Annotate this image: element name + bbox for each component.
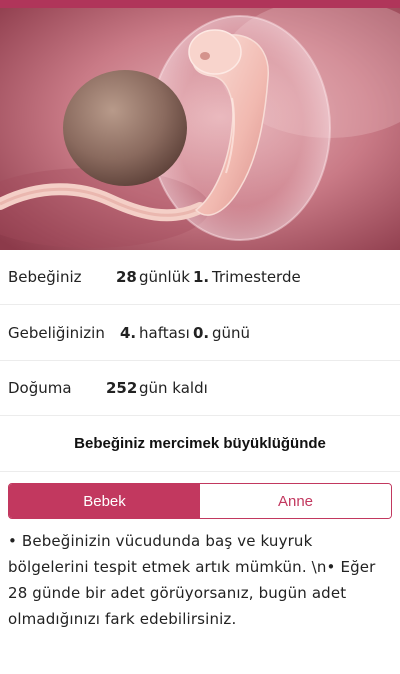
segment-tabs: Bebek Anne	[8, 483, 392, 519]
age-days-unit: günlük	[139, 268, 190, 286]
days-left-value: 252	[106, 379, 138, 397]
trimester-value: 1.	[193, 268, 210, 286]
pregnancy-row: Gebeliğinizin 4. haftası 0. günü	[0, 306, 400, 361]
age-label: Bebeğiniz	[8, 268, 82, 286]
embryo-image	[0, 8, 400, 250]
trimester-label: Trimesterde	[212, 268, 301, 286]
size-banner: Bebeğiniz mercimek büyüklüğünde	[0, 416, 400, 472]
days-left-label: gün kaldı	[139, 379, 208, 397]
description-text: • Bebeğinizin vücudunda baş ve kuyruk bö…	[8, 532, 376, 628]
tab-mother[interactable]: Anne	[200, 484, 391, 518]
day-label: günü	[212, 324, 251, 342]
top-accent-bar	[0, 0, 400, 8]
due-row: Doğuma 252 gün kaldı	[0, 361, 400, 416]
age-row: Bebeğiniz 28 günlük 1. Trimesterde	[0, 250, 400, 305]
tab-baby[interactable]: Bebek	[9, 484, 200, 518]
due-label: Doğuma	[8, 379, 72, 397]
day-value: 0.	[193, 324, 210, 342]
age-days-value: 28	[116, 268, 137, 286]
pregnancy-label: Gebeliğinizin	[8, 324, 105, 342]
week-value: 4.	[120, 324, 137, 342]
week-label: haftası	[139, 324, 190, 342]
